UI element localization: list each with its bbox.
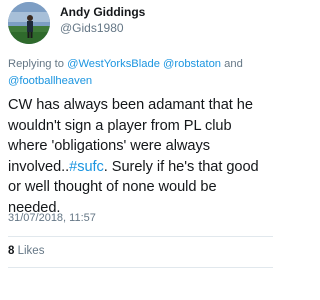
likes-stat[interactable]: 8 Likes [8,245,44,257]
replying-to-label: Replying to [8,58,64,70]
author-handle[interactable]: @Gids1980 [60,22,145,34]
likes-label: Likes [17,245,45,257]
mention-link[interactable]: @WestYorksBlade [67,58,160,70]
avatar-photo-icon [8,2,50,44]
divider [8,267,273,268]
author-block: Andy Giddings @Gids1980 [60,6,145,34]
tweet-text: CW has always been adamant that he would… [8,95,270,218]
hashtag-link[interactable]: #sufc [69,159,104,175]
replying-to-and: and [224,58,243,70]
likes-count: 8 [8,245,15,257]
mention-link[interactable]: @footballheaven [8,75,92,87]
replying-to-line: Replying to @WestYorksBlade @robstaton a… [8,56,270,90]
tweet-card: Andy Giddings @Gids1980 Replying to @Wes… [0,0,273,300]
tweet-timestamp[interactable]: 31/07/2018, 11:57 [8,212,96,224]
mention-link[interactable]: @robstaton [163,58,221,70]
author-display-name[interactable]: Andy Giddings [60,6,145,18]
divider [8,236,273,237]
avatar[interactable] [8,2,50,44]
